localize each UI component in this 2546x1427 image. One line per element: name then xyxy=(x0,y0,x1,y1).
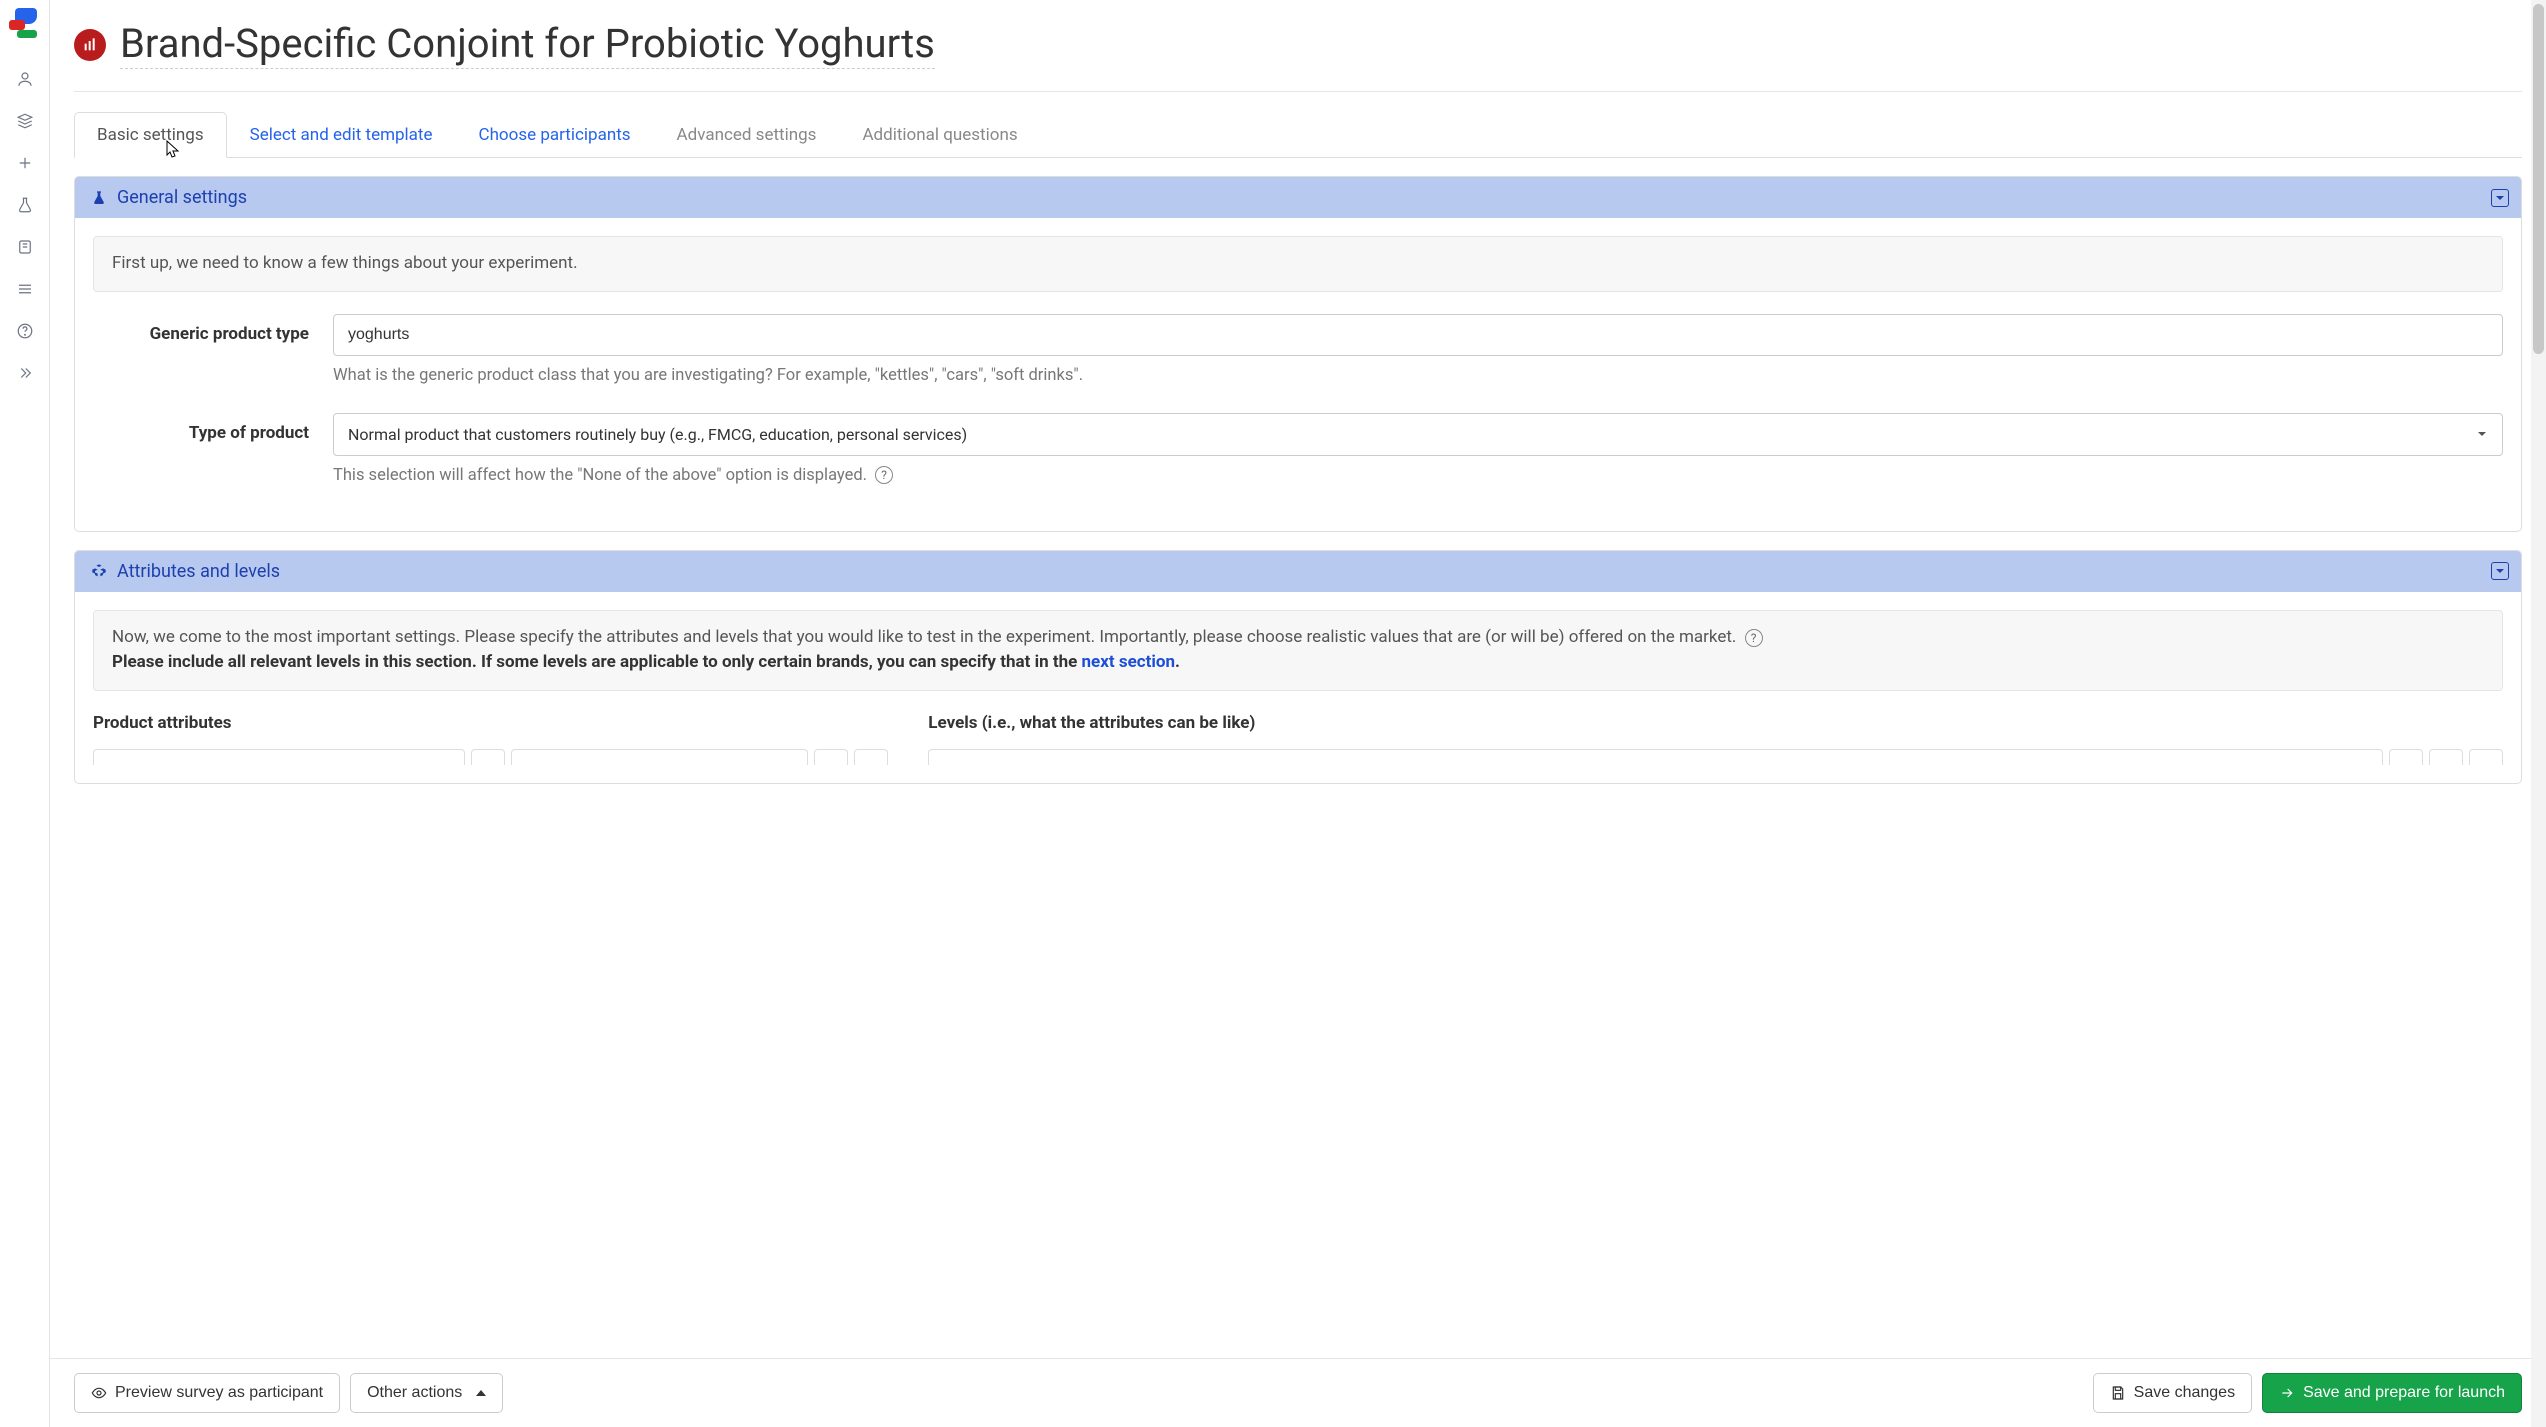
panel-general-settings: General settings First up, we need to kn… xyxy=(74,176,2522,532)
sidebar-expand-icon[interactable] xyxy=(2,352,48,394)
sidebar-user-icon[interactable] xyxy=(2,58,48,100)
next-section-link[interactable]: next section xyxy=(1082,652,1175,672)
panel-title: Attributes and levels xyxy=(117,561,280,582)
level-row-placeholder xyxy=(928,749,2503,765)
attributes-intro-line2-suffix: . xyxy=(1175,652,1180,672)
attributes-intro-box: Now, we come to the most important setti… xyxy=(93,610,2503,691)
bottom-action-bar: Preview survey as participant Other acti… xyxy=(50,1358,2546,1427)
panel-title: General settings xyxy=(117,187,247,208)
tab-advanced-settings[interactable]: Advanced settings xyxy=(654,112,840,158)
main-content: Brand-Specific Conjoint for Probiotic Yo… xyxy=(50,0,2546,1427)
eye-icon xyxy=(91,1385,107,1401)
save-icon xyxy=(2110,1385,2126,1401)
arrow-right-icon xyxy=(2279,1385,2295,1401)
help-tooltip-icon[interactable]: ? xyxy=(1745,629,1763,647)
sidebar-menu-icon[interactable] xyxy=(2,268,48,310)
save-changes-button[interactable]: Save changes xyxy=(2093,1373,2252,1413)
flask-icon xyxy=(91,190,107,206)
column-header-attributes: Product attributes xyxy=(93,713,888,733)
sidebar-flask-icon[interactable] xyxy=(2,184,48,226)
help-generic-product-type: What is the generic product class that y… xyxy=(333,366,2503,385)
scrollbar-thumb[interactable] xyxy=(2533,4,2544,354)
panel-header-attributes[interactable]: Attributes and levels xyxy=(75,551,2521,592)
sidebar-plus-icon[interactable] xyxy=(2,142,48,184)
tab-select-template[interactable]: Select and edit template xyxy=(227,112,456,158)
help-tooltip-icon[interactable]: ? xyxy=(875,466,893,484)
select-type-of-product[interactable]: Normal product that customers routinely … xyxy=(333,413,2503,456)
page-header: Brand-Specific Conjoint for Probiotic Yo… xyxy=(74,20,2522,92)
vertical-scrollbar[interactable] xyxy=(2531,0,2546,1427)
select-value: Normal product that customers routinely … xyxy=(348,425,967,444)
sidebar-stack-icon[interactable] xyxy=(2,100,48,142)
label-generic-product-type: Generic product type xyxy=(93,314,333,344)
caret-down-icon xyxy=(2495,566,2505,576)
tab-bar: Basic settings Select and edit template … xyxy=(74,112,2522,158)
attribute-row-placeholder xyxy=(93,749,888,765)
input-generic-product-type[interactable] xyxy=(333,314,2503,356)
collapse-button[interactable] xyxy=(2491,189,2509,207)
attributes-intro-line1: Now, we come to the most important setti… xyxy=(112,627,1736,647)
sidebar-help-icon[interactable] xyxy=(2,310,48,352)
panel-attributes-levels: Attributes and levels Now, we come to th… xyxy=(74,550,2522,784)
caret-down-icon xyxy=(2495,193,2505,203)
collapse-button[interactable] xyxy=(2491,562,2509,580)
tab-choose-participants[interactable]: Choose participants xyxy=(456,112,654,158)
panel-header-general[interactable]: General settings xyxy=(75,177,2521,218)
caret-up-icon xyxy=(476,1390,486,1396)
cubes-icon xyxy=(91,563,107,579)
save-and-launch-button[interactable]: Save and prepare for launch xyxy=(2262,1373,2522,1413)
preview-survey-button[interactable]: Preview survey as participant xyxy=(74,1373,340,1413)
page-type-icon xyxy=(74,29,106,61)
chevron-down-icon xyxy=(2476,428,2488,440)
column-header-levels: Levels (i.e., what the attributes can be… xyxy=(928,713,2503,733)
label-type-of-product: Type of product xyxy=(93,413,333,443)
help-type-of-product: This selection will affect how the "None… xyxy=(333,466,867,485)
app-logo[interactable] xyxy=(9,8,41,40)
tab-basic-settings[interactable]: Basic settings xyxy=(74,112,227,158)
attributes-intro-line2-prefix: Please include all relevant levels in th… xyxy=(112,652,1082,672)
sidebar-book-icon[interactable] xyxy=(2,226,48,268)
tab-additional-questions[interactable]: Additional questions xyxy=(839,112,1040,158)
general-intro-text: First up, we need to know a few things a… xyxy=(93,236,2503,292)
other-actions-button[interactable]: Other actions xyxy=(350,1373,503,1413)
left-sidebar xyxy=(0,0,50,1427)
page-title[interactable]: Brand-Specific Conjoint for Probiotic Yo… xyxy=(120,20,935,69)
